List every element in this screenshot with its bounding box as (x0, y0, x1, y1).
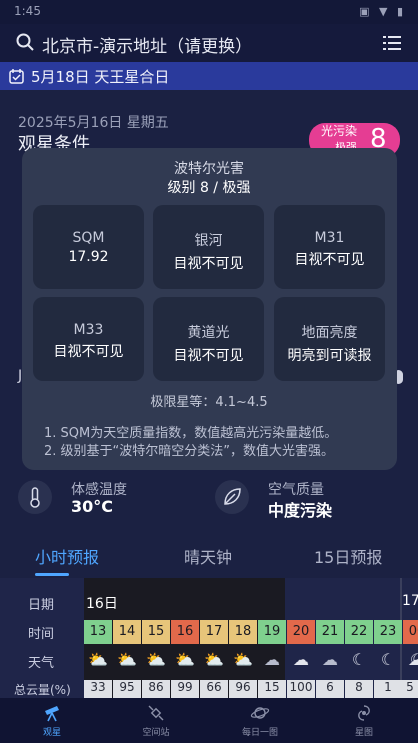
hour-cell: 15 (142, 620, 170, 644)
sun-cloud-icon: ⛅ (88, 650, 108, 669)
cloud-cover-cell: 66 (200, 680, 228, 698)
moon-cloud-icon: ☁ (322, 650, 338, 669)
tile-label: M33 (73, 322, 104, 338)
nav-space-station[interactable]: 空间站 (104, 698, 208, 743)
row-label-time: 时间 (28, 627, 55, 642)
cloud-cover-cell: 15 (258, 680, 286, 698)
air-quality-label: 空气质量 (268, 482, 324, 498)
cloud-sun-icon: ⛅ (146, 650, 166, 669)
tile-value: 目视不可见 (173, 348, 244, 364)
tab-clear-sky-clock[interactable]: 晴天钟 (184, 544, 232, 568)
nav-label: 每日一图 (241, 728, 278, 738)
cloud-sun-icon: ⛅ (117, 650, 137, 669)
location-search-bar[interactable]: 北京市-演示地址（请更换） (0, 24, 418, 62)
cloud-sun-icon: ⛅ (233, 650, 253, 669)
moon-cloud-icon: ☁ (264, 650, 280, 669)
hour-cell: 14 (113, 620, 141, 644)
cloud-cover-cell: 1 (374, 680, 402, 698)
tab-15-day[interactable]: 15日预报 (314, 544, 382, 568)
light-pollution-label: 光污染 (321, 124, 358, 138)
ground-brightness-tile: 地面亮度 明亮到可读报 (274, 297, 385, 381)
row-label-weather: 天气 (28, 656, 55, 671)
cloud-sun-icon: ⛅ (175, 650, 195, 669)
cloud-cover-cell: 5 (402, 680, 418, 698)
tile-value: 17.92 (68, 249, 109, 265)
cloud-cover-cell: 8 (345, 680, 373, 698)
cloud-sun-icon: ⛅ (204, 650, 224, 669)
milky-way-tile: 银河 目视不可见 (153, 205, 264, 289)
telescope-icon (45, 706, 59, 722)
cloud-cover-cell: 33 (84, 680, 112, 698)
cloud-cover-cell: 96 (229, 680, 257, 698)
list-menu-icon[interactable] (383, 35, 401, 51)
thermometer-icon (18, 480, 52, 514)
status-bar: 1:45 ▣ ▼ ▮ (0, 0, 418, 24)
feel-temp-value: 30°C (71, 497, 114, 516)
m33-tile: M33 目视不可见 (33, 297, 144, 381)
air-quality-value: 中度污染 (268, 501, 333, 520)
hour-cell: 00 (403, 620, 418, 644)
hour-cell: 13 (84, 620, 112, 644)
cloud-cover-cell: 6 (316, 680, 344, 698)
row-label-date: 日期 (28, 598, 55, 613)
cloud-cover-cell: 95 (113, 680, 141, 698)
galaxy-icon (358, 705, 370, 721)
planet-icon (250, 707, 270, 719)
feel-temp-label: 体感温度 (71, 482, 127, 498)
sqm-tile: SQM 17.92 (33, 205, 144, 289)
forecast-next-day: 17 (402, 593, 418, 609)
status-icons: ▣ ▼ ▮ (359, 5, 406, 18)
row-label-cloud: 总云量(%) (14, 683, 71, 697)
hour-cell: 17 (200, 620, 228, 644)
astro-event-banner[interactable]: 5月18日 天王星合日 (0, 62, 418, 90)
hour-cell: 16 (171, 620, 199, 644)
tile-label: M31 (314, 230, 345, 246)
tile-label: 地面亮度 (301, 325, 358, 341)
forecast-day: 16日 (86, 596, 118, 612)
hour-cell: 23 (374, 620, 402, 644)
moon-icon: ☾ (380, 650, 396, 669)
note-sqm: 1. SQM为天空质量指数，数值越高光污染量越低。 (44, 426, 338, 441)
bortle-level: 级别 8 / 极强 (167, 180, 251, 196)
location-text[interactable]: 北京市-演示地址（请更换） (42, 32, 252, 57)
tab-hourly[interactable]: 小时预报 (35, 544, 99, 568)
bortle-title: 波特尔光害 (174, 161, 244, 177)
leaf-icon (215, 480, 249, 514)
cloud-cover-cell: 86 (142, 680, 170, 698)
nav-observe[interactable]: 观星 (0, 698, 104, 743)
cloud-cover-cell: 99 (171, 680, 199, 698)
tile-label: 黄道光 (187, 325, 230, 341)
moon-icon: ☾ (351, 650, 367, 669)
search-icon[interactable] (16, 33, 34, 51)
satellite-icon (148, 705, 164, 721)
hour-cell: 21 (316, 620, 344, 644)
nav-label: 空间站 (142, 728, 170, 738)
tile-value: 目视不可见 (173, 256, 244, 272)
nav-label: 观星 (42, 728, 61, 738)
observe-date: 2025年5月16日 星期五 (18, 115, 169, 131)
hour-cell: 22 (345, 620, 373, 644)
hour-cell: 18 (229, 620, 257, 644)
nav-star-map[interactable]: 星图 (312, 698, 416, 743)
tile-value: 明亮到可读报 (287, 348, 372, 364)
event-text: 5月18日 天王星合日 (31, 68, 170, 86)
m31-tile: M31 目视不可见 (274, 205, 385, 289)
cloud-cover-cell: 100 (287, 680, 315, 698)
tile-label: SQM (72, 230, 105, 246)
cloud-icon: ☁ (293, 650, 309, 669)
tile-value: 目视不可见 (53, 344, 124, 360)
cloud-icon: ☁ (408, 650, 418, 669)
limit-magnitude: 极限星等：4.1~4.5 (150, 395, 268, 410)
hour-cell: 20 (287, 620, 315, 644)
hour-cell: 19 (258, 620, 286, 644)
tile-value: 目视不可见 (294, 252, 365, 268)
nav-label: 星图 (354, 728, 373, 738)
active-tab-indicator (35, 573, 69, 576)
nav-daily-picture[interactable]: 每日一图 (208, 698, 312, 743)
tile-label: 银河 (194, 233, 223, 249)
status-time: 1:45 (14, 4, 41, 18)
note-bortle: 2. 级别基于“波特尔暗空分类法”，数值大光害强。 (44, 444, 335, 459)
calendar-icon (9, 69, 24, 84)
zodiacal-light-tile: 黄道光 目视不可见 (153, 297, 264, 381)
